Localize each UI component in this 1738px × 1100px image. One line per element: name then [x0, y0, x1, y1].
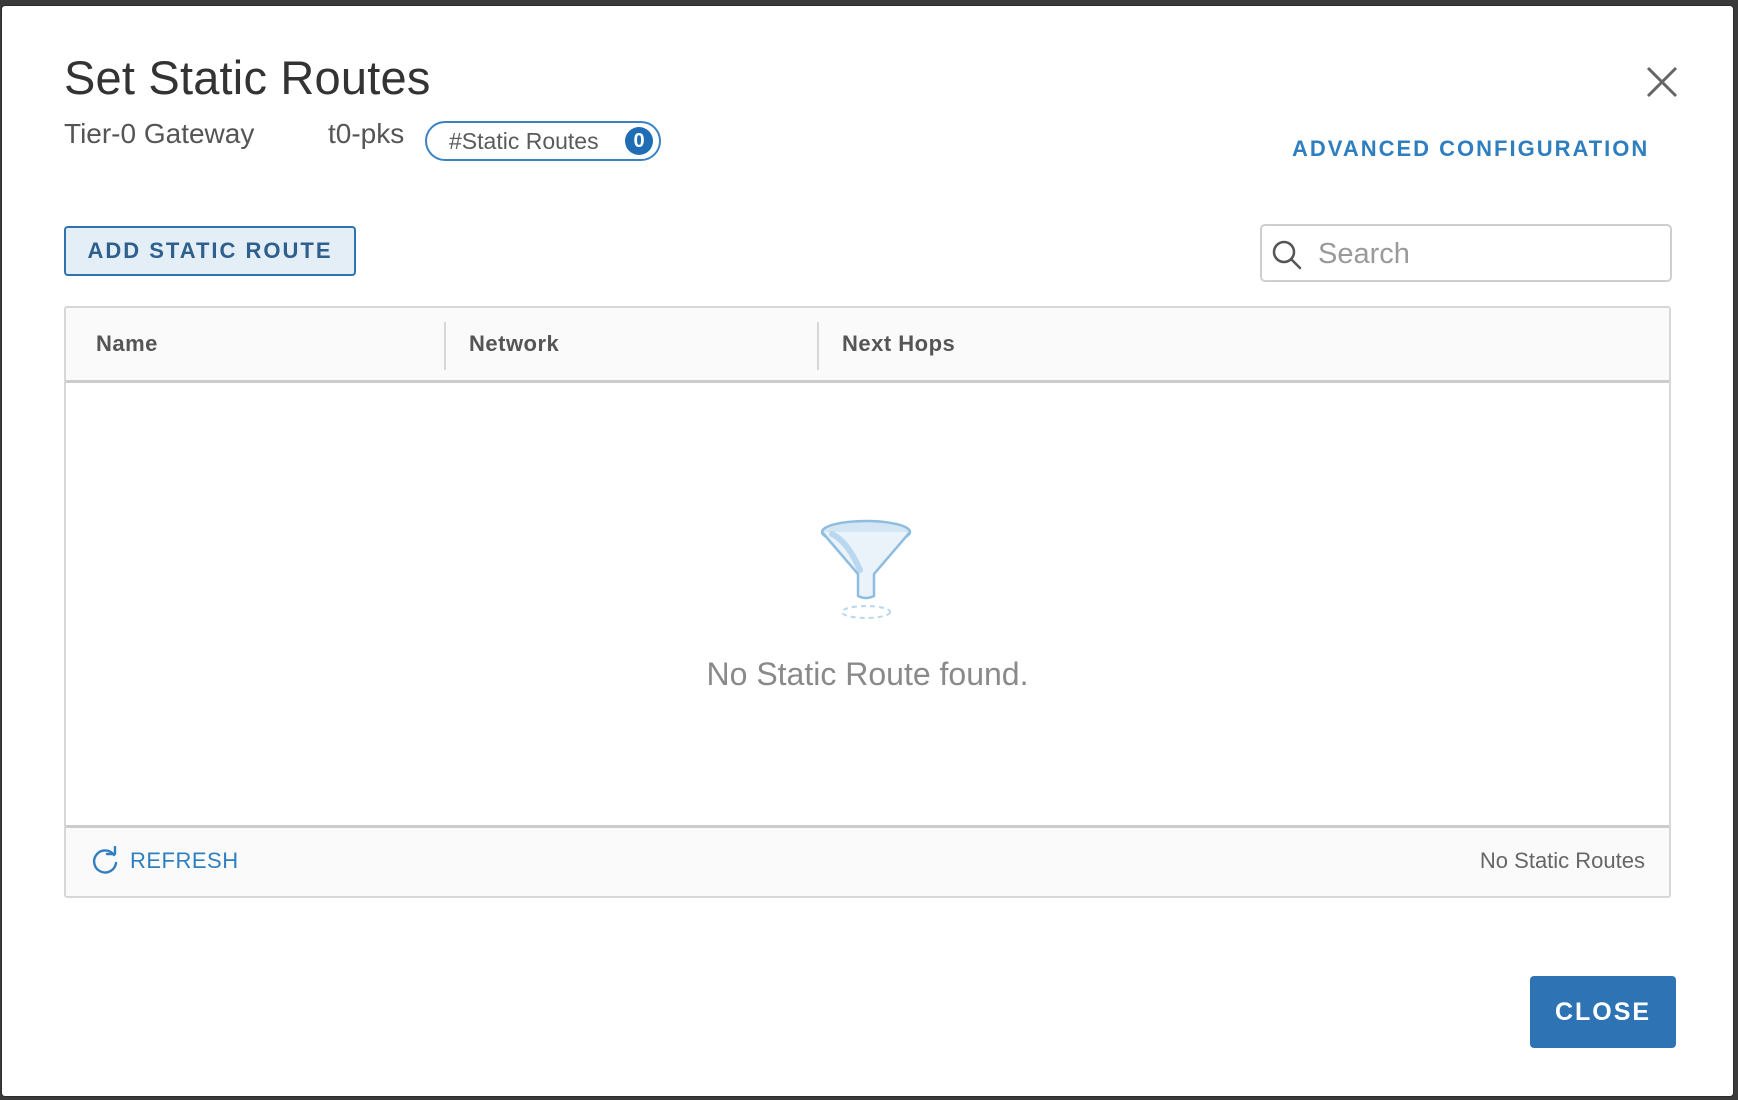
column-header-next-hops[interactable]: Next Hops	[842, 308, 955, 380]
static-routes-count-badge: #Static Routes 0	[425, 121, 661, 161]
badge-count: 0	[625, 127, 653, 155]
search-icon	[1272, 240, 1302, 270]
refresh-icon	[92, 846, 118, 874]
search-box[interactable]	[1260, 224, 1672, 282]
table-header: Name Network Next Hops	[66, 308, 1669, 383]
column-header-network[interactable]: Network	[469, 308, 559, 380]
gateway-type-label: Tier-0 Gateway	[64, 118, 255, 149]
close-button[interactable]: CLOSE	[1530, 976, 1676, 1048]
empty-state-message: No Static Route found.	[706, 656, 1029, 692]
search-input[interactable]	[1316, 232, 1660, 276]
gateway-name: t0-pks	[328, 118, 405, 149]
column-separator[interactable]	[817, 322, 819, 370]
badge-label: #Static Routes	[449, 127, 599, 154]
advanced-configuration-link[interactable]: ADVANCED CONFIGURATION	[1292, 136, 1649, 162]
set-static-routes-dialog: Set Static Routes Tier-0 Gateway t0-pks …	[2, 6, 1733, 1096]
refresh-button[interactable]: REFRESH	[90, 846, 239, 876]
column-separator[interactable]	[444, 322, 446, 370]
filter-funnel-icon	[820, 519, 912, 619]
column-header-name[interactable]: Name	[96, 308, 158, 380]
refresh-label: REFRESH	[130, 848, 239, 873]
add-static-route-button[interactable]: ADD STATIC ROUTE	[64, 226, 356, 276]
static-routes-table: Name Network Next Hops No Static Route f…	[64, 306, 1671, 898]
close-icon[interactable]	[1644, 64, 1680, 100]
dialog-title: Set Static Routes	[64, 51, 431, 104]
table-footer: REFRESH No Static Routes	[66, 825, 1669, 896]
routes-count-text: No Static Routes	[1479, 848, 1645, 873]
